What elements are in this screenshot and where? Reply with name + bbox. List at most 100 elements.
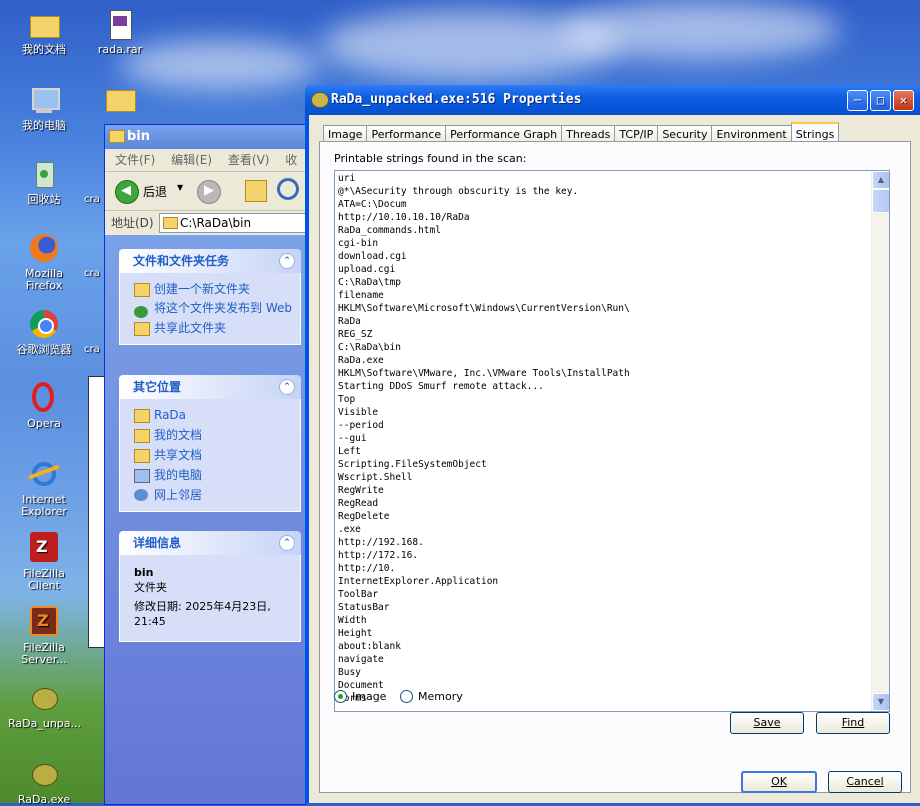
scroll-down-button[interactable]: ▼	[872, 693, 889, 711]
minimize-button[interactable]: ─	[847, 90, 868, 111]
desktop-icon-folder[interactable]	[84, 84, 156, 120]
place-my-computer[interactable]: 我的电脑	[132, 465, 300, 485]
tab-strip: Image Performance Performance Graph Threads…	[323, 121, 840, 145]
menu-view[interactable]: 查看(V)	[228, 153, 270, 167]
folder-icon	[104, 84, 136, 116]
globe-icon	[134, 306, 148, 318]
task-new-folder[interactable]: 创建一个新文件夹	[132, 279, 300, 299]
cancel-button[interactable]: Cancel	[828, 771, 902, 793]
dialog-title-bar[interactable]: RaDa_unpacked.exe:516 Properties ─ □ ✕	[305, 85, 920, 115]
address-field[interactable]: C:\RaDa\bin	[159, 213, 305, 233]
folder-icon	[28, 8, 60, 40]
dialog-title: RaDa_unpacked.exe:516 Properties	[331, 92, 582, 107]
filezilla-client-icon: Z	[28, 532, 60, 564]
explorer-menu-bar: 文件(F) 编辑(E) 查看(V) 收	[105, 149, 305, 172]
scroll-thumb[interactable]	[872, 189, 889, 213]
task-pane: 文件和文件夹任务 ⌃ 创建一个新文件夹 将这个文件夹发布到 Web 共享此文件夹 …	[105, 235, 305, 804]
back-arrow-icon: ◀	[121, 183, 131, 198]
explorer-window[interactable]: bin 文件(F) 编辑(E) 查看(V) 收 ◀ 后退 ▼ ▶ 地址(D) C…	[104, 124, 306, 805]
computer-icon	[28, 84, 60, 116]
desktop-label-stub: cra	[84, 344, 100, 355]
explorer-toolbar: ◀ 后退 ▼ ▶	[105, 172, 305, 211]
forward-button[interactable]: ▶	[197, 180, 221, 204]
desktop-label-stub: cra	[84, 268, 100, 279]
internet-explorer-icon	[28, 458, 60, 490]
collapse-icon[interactable]: ⌃	[279, 535, 295, 551]
desktop-icon-my-computer[interactable]: 我的电脑	[8, 84, 80, 132]
find-button[interactable]: Find	[816, 712, 890, 734]
desktop-icon-rada-unpacked[interactable]: RaDa_unpa...	[8, 682, 81, 730]
radio-image[interactable]: Image	[334, 690, 386, 704]
file-tasks-panel: 文件和文件夹任务 ⌃ 创建一个新文件夹 将这个文件夹发布到 Web 共享此文件夹	[119, 249, 301, 345]
other-places-panel: 其它位置 ⌃ RaDa 我的文档 共享文档 我的电脑 网上邻居	[119, 375, 301, 512]
folder-icon	[163, 217, 178, 229]
strings-tab-page: Printable strings found in the scan: uri…	[319, 141, 911, 793]
pufferfish-icon	[28, 682, 60, 714]
desktop-icon-rada-rar[interactable]: rada.rar	[84, 8, 156, 56]
archive-icon	[104, 8, 136, 40]
close-button[interactable]: ✕	[893, 90, 914, 111]
radio-memory[interactable]: Memory	[400, 690, 463, 704]
details-panel: 详细信息 ⌃ bin 文件夹 修改日期: 2025年4月23日, 21:45	[119, 531, 301, 642]
folder-icon	[134, 409, 150, 423]
desktop-icon-filezilla-server[interactable]: Z FileZilla Server...	[8, 606, 80, 666]
details-modified: 修改日期: 2025年4月23日, 21:45	[134, 600, 271, 628]
save-button[interactable]: Save	[730, 712, 804, 734]
minimize-icon: ─	[853, 93, 862, 107]
place-rada[interactable]: RaDa	[132, 405, 300, 425]
computer-icon	[134, 469, 150, 483]
desktop-icon-my-documents[interactable]: 我的文档	[8, 8, 80, 56]
details-name: bin	[134, 566, 154, 579]
firefox-icon	[28, 232, 60, 264]
desktop-icon-firefox[interactable]: Mozilla Firefox	[8, 232, 80, 292]
collapse-icon[interactable]: ⌃	[279, 379, 295, 395]
radio-dot-selected	[334, 690, 347, 703]
up-folder-icon[interactable]	[245, 180, 267, 202]
chrome-icon	[28, 308, 60, 340]
search-icon[interactable]	[277, 178, 299, 200]
desktop-label-stub: cra	[84, 194, 100, 205]
process-explorer-icon	[311, 92, 329, 108]
place-my-documents[interactable]: 我的文档	[132, 425, 300, 445]
other-places-header[interactable]: 其它位置 ⌃	[119, 375, 301, 399]
strings-text: uri @*\ASecurity through obscurity is th…	[338, 173, 630, 704]
desktop-icon-opera[interactable]: Opera	[8, 382, 80, 430]
task-share-folder[interactable]: 共享此文件夹	[132, 318, 300, 338]
desktop-icon-filezilla-client[interactable]: Z FileZilla Client	[8, 532, 80, 592]
properties-dialog[interactable]: RaDa_unpacked.exe:516 Properties ─ □ ✕ I…	[305, 85, 920, 803]
details-header[interactable]: 详细信息 ⌃	[119, 531, 301, 555]
explorer-title-bar[interactable]: bin	[105, 125, 305, 149]
chevron-down-icon: ▼	[877, 697, 885, 706]
network-icon	[134, 489, 148, 501]
recycle-bin-icon	[28, 158, 60, 190]
task-publish-web[interactable]: 将这个文件夹发布到 Web	[132, 302, 300, 318]
file-tasks-header[interactable]: 文件和文件夹任务 ⌃	[119, 249, 301, 273]
strings-caption: Printable strings found in the scan:	[334, 152, 527, 165]
maximize-button[interactable]: □	[870, 90, 891, 111]
desktop-icon-recycle-bin[interactable]: 回收站	[8, 158, 80, 206]
close-icon: ✕	[899, 93, 908, 107]
share-folder-icon	[134, 322, 150, 336]
scroll-up-button[interactable]: ▲	[872, 171, 889, 189]
forward-arrow-icon: ▶	[204, 183, 214, 198]
strings-list[interactable]: uri @*\ASecurity through obscurity is th…	[334, 170, 890, 712]
collapse-icon[interactable]: ⌃	[279, 253, 295, 269]
vertical-scrollbar[interactable]: ▲ ▼	[871, 171, 889, 711]
radio-dot	[400, 690, 413, 703]
folder-icon	[109, 130, 125, 143]
place-shared-documents[interactable]: 共享文档	[132, 445, 300, 465]
back-label[interactable]: 后退	[143, 183, 167, 200]
menu-favorites[interactable]: 收	[285, 153, 297, 167]
ok-button[interactable]: OK	[741, 771, 817, 793]
new-folder-icon	[134, 283, 150, 297]
chevron-down-icon[interactable]: ▼	[177, 183, 183, 192]
back-button[interactable]: ◀	[115, 180, 139, 204]
documents-icon	[134, 429, 150, 443]
address-bar: 地址(D) C:\RaDa\bin	[105, 211, 305, 236]
place-network[interactable]: 网上邻居	[132, 485, 300, 505]
desktop-icon-rada-exe[interactable]: RaDa.exe	[8, 758, 80, 806]
menu-file[interactable]: 文件(F)	[115, 153, 155, 167]
desktop-icon-internet-explorer[interactable]: Internet Explorer	[8, 458, 80, 518]
desktop-icon-chrome[interactable]: 谷歌浏览器	[8, 308, 80, 356]
menu-edit[interactable]: 编辑(E)	[171, 153, 212, 167]
